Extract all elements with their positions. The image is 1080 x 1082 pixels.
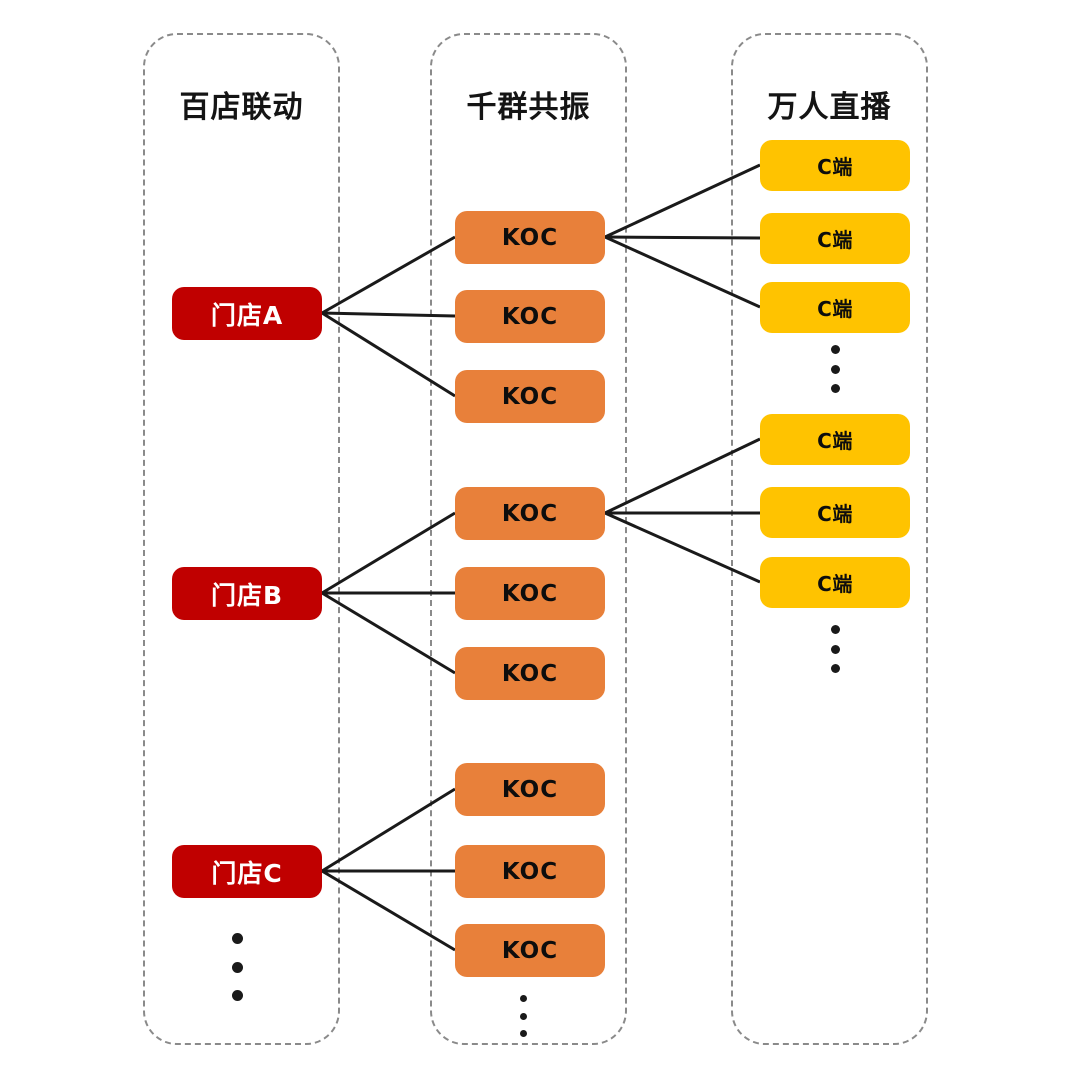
ellipsis-dot [830, 384, 840, 393]
wire-koc-a1-cend-1 [604, 163, 761, 239]
dots-cend-2 [830, 625, 840, 673]
node-label: 门店C [211, 858, 283, 888]
ellipsis-dot [231, 961, 243, 973]
node-label: C端 [817, 429, 853, 453]
node-koc-b2[interactable]: KOC [455, 567, 605, 620]
ellipsis-dot [830, 345, 840, 354]
ellipsis-dot [830, 364, 840, 374]
node-label: KOC [501, 500, 559, 527]
node-label: KOC [501, 858, 559, 885]
dots-stores [231, 933, 243, 1001]
node-koc-c2[interactable]: KOC [455, 845, 605, 898]
node-store-a[interactable]: 门店A [172, 287, 322, 340]
node-store-c[interactable]: 门店C [172, 845, 322, 898]
node-label: C端 [817, 502, 853, 526]
dots-koc [519, 995, 527, 1037]
ellipsis-dot [830, 644, 840, 654]
node-label: KOC [501, 580, 559, 607]
wire-store-c-koc-c1 [321, 787, 456, 873]
wire-store-a-koc-a2 [321, 311, 456, 318]
ellipsis-dot [830, 664, 840, 673]
wire-store-a-koc-a3 [321, 311, 456, 398]
wire-koc-b1-cend-4 [604, 437, 761, 515]
node-koc-a3[interactable]: KOC [455, 370, 605, 423]
node-store-b[interactable]: 门店B [172, 567, 322, 620]
node-label: C端 [817, 155, 853, 179]
wire-store-b-koc-b1 [321, 511, 456, 595]
node-koc-b3[interactable]: KOC [455, 647, 605, 700]
node-cend-2[interactable]: C端 [760, 213, 910, 264]
node-label: C端 [817, 228, 853, 252]
wire-store-b-koc-b3 [321, 591, 456, 675]
wire-koc-b1-cend-6 [604, 511, 761, 584]
node-koc-c3[interactable]: KOC [455, 924, 605, 977]
node-label: KOC [501, 660, 559, 687]
node-koc-c1[interactable]: KOC [455, 763, 605, 816]
node-cend-4[interactable]: C端 [760, 414, 910, 465]
ellipsis-dot [519, 1012, 527, 1020]
node-label: C端 [817, 297, 853, 321]
wire-koc-a1-cend-2 [604, 235, 761, 240]
node-label: 门店B [210, 580, 284, 610]
node-cend-1[interactable]: C端 [760, 140, 910, 191]
node-label: KOC [501, 303, 559, 330]
dots-cend-1 [830, 345, 840, 393]
wire-koc-a1-cend-3 [604, 235, 761, 309]
node-cend-3[interactable]: C端 [760, 282, 910, 333]
node-label: KOC [501, 383, 559, 410]
ellipsis-dot [231, 990, 243, 1001]
ellipsis-dot [519, 995, 527, 1002]
wire-store-c-koc-c3 [321, 869, 456, 952]
node-koc-b1[interactable]: KOC [455, 487, 605, 540]
diagram-canvas: 百店联动 千群共振 万人直播 门店A 门店B 门店C KOC KOC KOC KOC KOC KOC… [0, 0, 1080, 1082]
node-label: KOC [501, 937, 559, 964]
ellipsis-dot [830, 625, 840, 634]
node-label: C端 [817, 572, 853, 596]
node-koc-a1[interactable]: KOC [455, 211, 605, 264]
ellipsis-dot [231, 933, 243, 944]
node-label: KOC [501, 224, 559, 251]
connector-layer [321, 163, 761, 952]
ellipsis-dot [519, 1030, 527, 1037]
node-label: KOC [501, 776, 559, 803]
node-koc-a2[interactable]: KOC [455, 290, 605, 343]
node-cend-5[interactable]: C端 [760, 487, 910, 538]
node-cend-6[interactable]: C端 [760, 557, 910, 608]
wire-store-a-koc-a1 [321, 235, 456, 315]
node-label: 门店A [210, 300, 284, 330]
